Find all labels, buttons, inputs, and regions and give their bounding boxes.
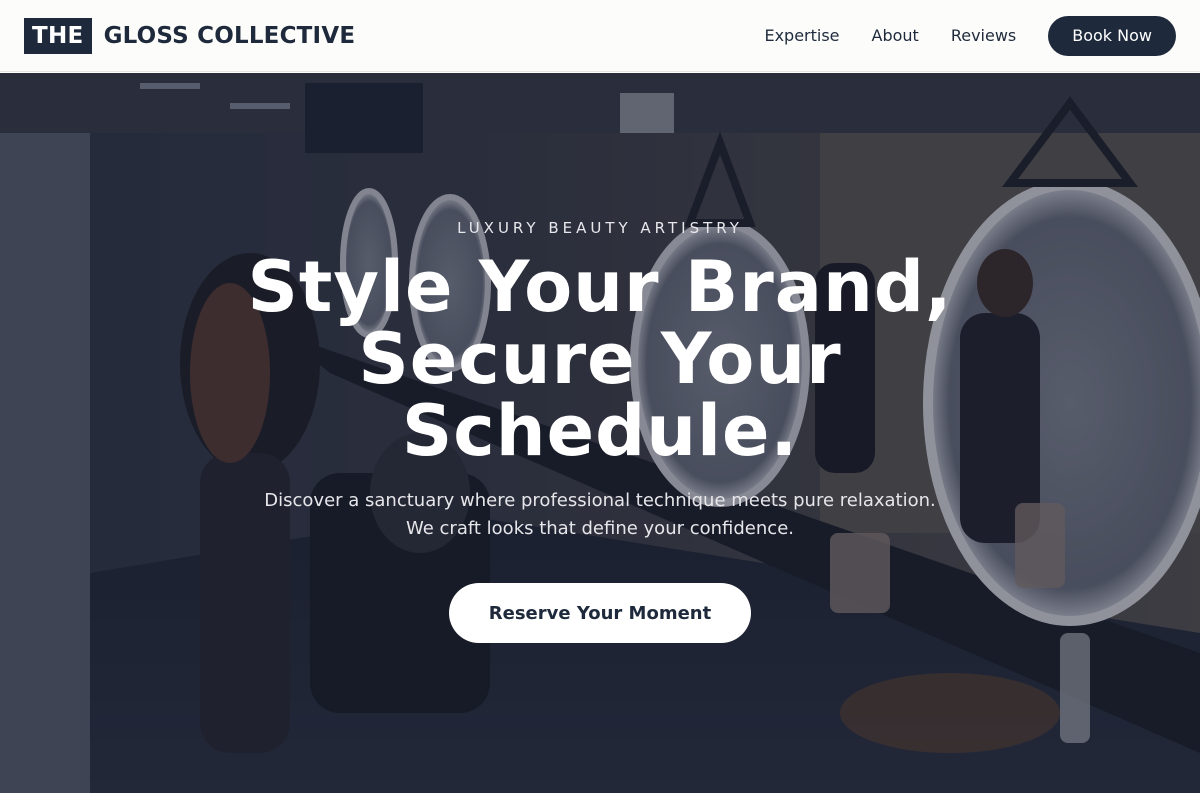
headline-line-3: Schedule. [401,390,799,472]
hero-eyebrow: LUXURY BEAUTY ARTISTRY [457,219,743,237]
hero-headline: Style Your Brand, Secure Your Schedule. [220,251,980,467]
subtext-line-2: We craft looks that define your confiden… [406,518,794,539]
site-header: THE GLOSS COLLECTIVE Expertise About Rev… [0,0,1200,72]
nav-link-expertise[interactable]: Expertise [764,26,839,45]
nav-link-about[interactable]: About [872,26,919,45]
logo-badge: THE [24,17,92,54]
logo[interactable]: THE GLOSS COLLECTIVE [24,17,356,54]
reserve-button[interactable]: Reserve Your Moment [448,583,752,643]
headline-line-1: Style Your Brand, [247,246,953,328]
hero-content: LUXURY BEAUTY ARTISTRY Style Your Brand,… [0,73,1200,793]
nav-link-reviews[interactable]: Reviews [951,26,1016,45]
page-bottom-strip [0,793,1200,800]
hero-section: LUXURY BEAUTY ARTISTRY Style Your Brand,… [0,73,1200,793]
main-nav: Expertise About Reviews Book Now [764,15,1176,56]
logo-name: GLOSS COLLECTIVE [103,22,356,49]
book-now-button[interactable]: Book Now [1048,15,1176,56]
hero-subtext: Discover a sanctuary where professional … [250,487,950,543]
headline-line-2: Secure Your [358,318,842,400]
subtext-line-1: Discover a sanctuary where professional … [264,490,936,511]
